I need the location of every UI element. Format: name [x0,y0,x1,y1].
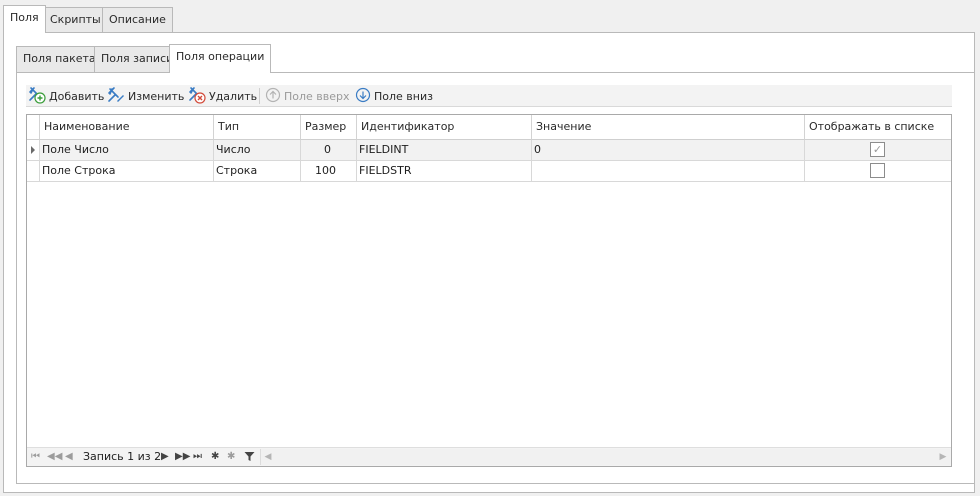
tab-record-fields[interactable]: Поля записи [94,46,181,72]
tab-operation-fields[interactable]: Поля операции [169,44,272,73]
last-page-icon[interactable]: ⏭ [193,449,202,465]
filter-icon[interactable] [244,449,255,465]
column-header-show-in-list[interactable]: Отображать в списке [805,115,951,140]
prev-record-icon[interactable]: ◀ [65,449,73,465]
header-indicator [27,115,40,140]
delete-label: Удалить [209,89,258,103]
cell-identifier[interactable]: FIELDINT [357,140,532,161]
table-row[interactable]: Поле Строка Строка 100 FIELDSTR [27,161,951,182]
show-in-list-checkbox[interactable]: ✓ [870,142,885,157]
first-page-icon[interactable]: ⏮ [31,449,40,465]
add-button[interactable]: Добавить [28,85,104,107]
move-down-button[interactable]: Поле вниз [355,85,433,107]
column-header-identifier[interactable]: Идентификатор [357,115,532,140]
add-label: Добавить [49,89,105,103]
toolbar: Добавить Изменить Удалить Поле вверх Пол… [26,85,952,107]
row-indicator [27,140,40,161]
current-row-arrow-icon [31,146,35,154]
scroll-left-icon[interactable]: ◀ [261,449,275,465]
arrow-up-icon [265,87,281,106]
cell-identifier[interactable]: FIELDSTR [357,161,532,182]
delete-button[interactable]: Удалить [188,85,257,107]
move-up-button[interactable]: Поле вверх [265,85,350,107]
cell-show-in-list: ✓ [805,140,951,161]
edit-icon [107,86,125,107]
delete-icon [188,86,206,107]
prev-page-icon[interactable]: ◀◀ [47,449,62,465]
edit-button[interactable]: Изменить [107,85,184,107]
check-mark-icon: ✓ [872,143,883,156]
cell-show-in-list [805,161,951,182]
next-record-icon[interactable]: ▶ [161,449,169,465]
scroll-right-icon[interactable]: ▶ [936,449,950,465]
add-icon [28,86,46,107]
cell-type[interactable]: Число [214,140,301,161]
row-indicator [27,161,40,182]
column-header-name[interactable]: Наименование [40,115,214,140]
column-header-value[interactable]: Значение [532,115,805,140]
cell-size[interactable]: 0 [301,140,357,161]
record-navigator: ⏮ ◀◀ ◀ Запись 1 из 2 ▶ ▶▶ ⏭ ✱ ✱ ◀ ▶ [27,447,951,466]
arrow-down-icon [355,87,371,106]
cell-size[interactable]: 100 [301,161,357,182]
column-header-type[interactable]: Тип [214,115,301,140]
cell-name[interactable]: Поле Строка [40,161,214,182]
fields-grid[interactable]: Наименование Тип Размер Идентификатор Зн… [26,114,952,467]
cell-value[interactable] [532,161,805,182]
show-in-list-checkbox[interactable] [870,163,885,178]
move-down-label: Поле вниз [374,89,433,103]
table-row[interactable]: Поле Число Число 0 FIELDINT 0 ✓ [27,140,951,161]
next-page-icon[interactable]: ▶▶ [175,449,190,465]
tab-scripts[interactable]: Скрипты [43,7,108,32]
tab-description[interactable]: Описание [102,7,173,32]
tab-fields[interactable]: Поля [3,5,46,33]
move-up-label: Поле вверх [284,89,350,103]
column-header-size[interactable]: Размер [301,115,357,140]
tab-package-fields[interactable]: Поля пакета [16,46,103,72]
cancel-edit-icon[interactable]: ✱ [227,449,235,465]
cell-value[interactable]: 0 [532,140,805,161]
horizontal-scrollbar[interactable]: ◀ ▶ [260,449,950,465]
cell-name[interactable]: Поле Число [40,140,214,161]
toolbar-separator [259,88,260,104]
cell-type[interactable]: Строка [214,161,301,182]
append-record-icon[interactable]: ✱ [211,449,219,465]
record-position-text: Запись 1 из 2 [83,450,162,463]
edit-label: Изменить [128,89,185,103]
